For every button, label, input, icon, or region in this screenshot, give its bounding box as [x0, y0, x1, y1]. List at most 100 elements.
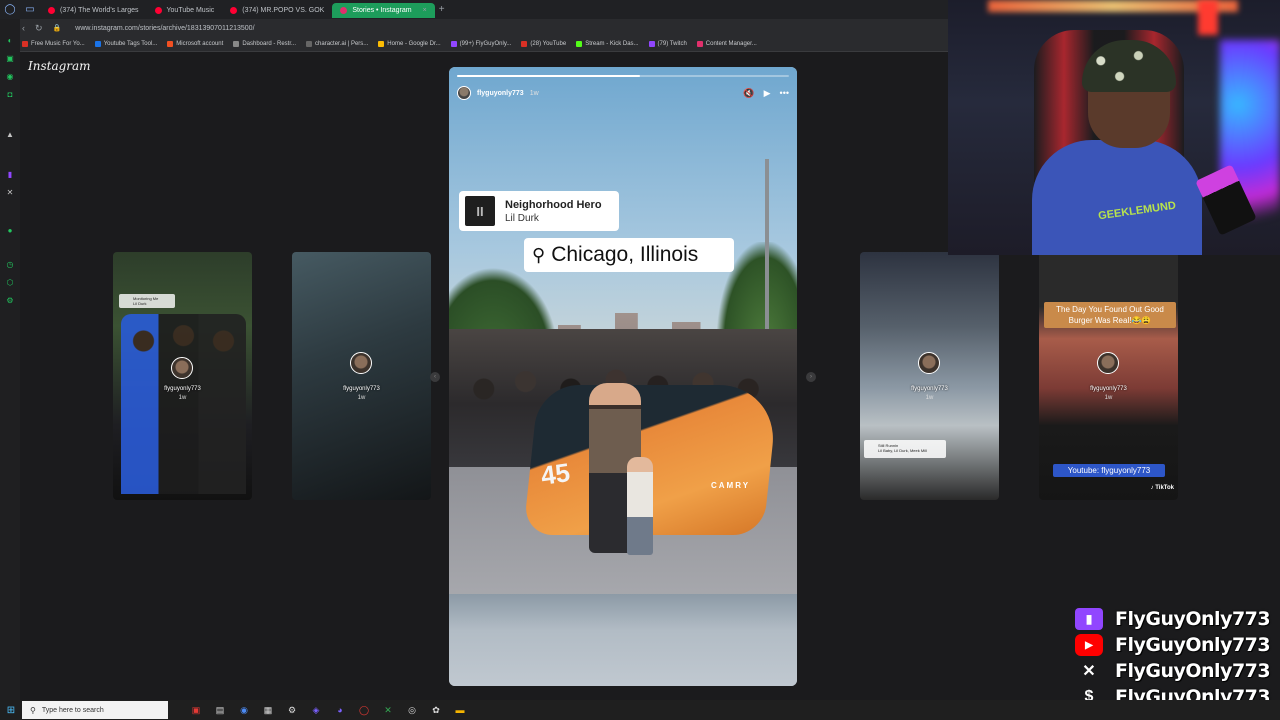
opera-logo-icon[interactable]: ◯ [0, 0, 20, 19]
browser-tab-strip: ◯ ▭ (374) The World's Larges YouTube Mus… [0, 0, 948, 19]
bookmark-item[interactable]: Youtube Tags Tool... [94, 41, 157, 47]
bookmark-item[interactable]: Microsoft account [167, 41, 223, 47]
discord-icon[interactable]: ◕ [328, 700, 352, 720]
car-number: 45 [538, 457, 572, 491]
mini-music-artist: Lil Durk [133, 301, 147, 306]
sidebar-box-icon[interactable]: ⬡ [5, 277, 15, 287]
tab-youtube-2[interactable]: (374) MR.POPO VS. GOK [222, 3, 332, 18]
bookmark-item[interactable]: (28) YouTube [521, 41, 566, 47]
youtube-music-favicon-icon [154, 7, 162, 14]
more-options-icon[interactable]: ••• [780, 88, 789, 98]
bookmark-item[interactable]: Dashboard - Restr... [233, 41, 296, 47]
steam-icon[interactable]: ✿ [424, 700, 448, 720]
folder-icon[interactable]: ▬ [448, 700, 472, 720]
bookmark-item[interactable]: Content Manager... [696, 41, 757, 47]
sidebar-aria-icon[interactable]: ▲ [5, 129, 15, 139]
search-placeholder: Type here to search [41, 706, 104, 714]
new-tab-button[interactable]: + [439, 4, 445, 15]
instagram-logo[interactable]: Instagram [28, 59, 91, 73]
story-username[interactable]: flyguyonly773 [477, 90, 524, 97]
location-sticker[interactable]: ⚲ Chicago, Illinois [524, 238, 734, 272]
webcam-shirt [1032, 140, 1202, 255]
bookmark-item[interactable]: character.ai | Pers... [306, 41, 368, 47]
lock-icon[interactable]: 🔒 [53, 24, 62, 32]
bookmark-item[interactable]: Free Music For Yo... [22, 41, 85, 47]
story-header: flyguyonly773 1w 🔇 ▶ ••• [457, 83, 789, 103]
location-pin-icon: ⚲ [532, 244, 546, 265]
obs-icon[interactable]: ◎ [400, 700, 424, 720]
bookmark-item[interactable]: (99+) FlyGuyOnly... [450, 41, 511, 47]
story-preview-card[interactable]: The Day You Found Out Good Burger Was Re… [1039, 252, 1178, 500]
story-preview-card[interactable]: Monitoring Me Lil Durk flyguyonly773 1w [113, 252, 252, 500]
music-info: Neighorhood Hero Lil Durk [505, 199, 602, 224]
sidebar-dot-icon[interactable]: ● [5, 225, 15, 235]
avatar [350, 352, 372, 374]
mini-music-artist: Lil Baby, Lil Durk, Meek Mill [878, 448, 927, 453]
url-field[interactable]: www.instagram.com/stories/archive/183139… [75, 25, 254, 32]
sidebar-whatsapp-icon[interactable]: ◉ [5, 71, 15, 81]
location-text: Chicago, Illinois [551, 243, 699, 266]
preview-time: 1w [357, 395, 366, 401]
youtube-handle-pill: Youtube: flyguyonly773 [1053, 464, 1165, 477]
taskbar-app-icon[interactable]: ◈ [304, 700, 328, 720]
twitch-favicon-icon [648, 41, 655, 47]
edge-icon[interactable]: ◉ [232, 700, 256, 720]
reload-icon[interactable]: ↻ [35, 23, 43, 34]
tab-menu-icon[interactable]: ▭ [20, 0, 40, 19]
bookmark-item[interactable]: (79) Twitch [648, 41, 687, 47]
next-story-button[interactable]: › [806, 372, 816, 382]
webcam-overlay: GEEKLEMUND [948, 0, 1280, 255]
settings-icon[interactable]: ⚙ [280, 700, 304, 720]
bookmark-label: Home - Google Dr... [387, 41, 441, 47]
sidebar-twitch-icon[interactable]: ▮ [5, 169, 15, 179]
bookmark-label: Stream - Kick Das... [585, 41, 639, 47]
story-preview-card[interactable]: flyguyonly773 1w [292, 252, 431, 500]
sidebar-speed-dial-icon[interactable]: ◐ [5, 35, 15, 45]
mute-icon[interactable]: 🔇 [743, 88, 754, 99]
play-icon[interactable]: ▶ [764, 88, 771, 99]
avatar[interactable] [457, 86, 471, 100]
social-name: FlyGuyOnly773 [1115, 634, 1271, 656]
avatar [1097, 352, 1119, 374]
sidebar-clock-icon[interactable]: ◷ [5, 259, 15, 269]
preview-username: flyguyonly773 [1090, 386, 1127, 392]
sidebar-messenger-icon[interactable]: ◘ [5, 89, 15, 99]
social-handles-overlay: ▮ FlyGuyOnly773 ▶ FlyGuyOnly773 ✕ FlyGuy… [1075, 606, 1280, 710]
music-sticker[interactable]: II Neighorhood Hero Lil Durk [459, 191, 619, 231]
file-explorer-icon[interactable]: ▦ [256, 700, 280, 720]
sidebar-settings-icon[interactable]: ⚙ [5, 295, 15, 305]
story-progress-fill [457, 75, 640, 77]
instagram-favicon-icon [340, 7, 348, 14]
previous-story-button[interactable]: ‹ [430, 372, 440, 382]
windows-start-icon[interactable]: ⊞ [0, 700, 22, 720]
music-title: Neighorhood Hero [505, 198, 602, 211]
story-viewer[interactable]: 45 CAMRY flyguyonly773 1w 🔇 ▶ ••• II Nei… [449, 67, 797, 686]
tiktok-watermark: ♪ TikTok [1150, 485, 1174, 491]
back-arrow-icon[interactable]: ‹ [22, 23, 25, 33]
sidebar-x-icon[interactable]: ✕ [5, 187, 15, 197]
preview-time: 1w [178, 395, 187, 401]
bookmark-item[interactable]: Stream - Kick Das... [576, 41, 639, 47]
sidebar-bag-icon[interactable]: ▣ [5, 53, 15, 63]
x-icon: ✕ [1082, 663, 1096, 680]
social-row-x: ✕ FlyGuyOnly773 [1075, 658, 1280, 684]
taskbar-app-icon[interactable]: ▣ [184, 700, 208, 720]
opera-icon[interactable]: ◯ [352, 700, 376, 720]
social-row-twitch: ▮ FlyGuyOnly773 [1075, 606, 1280, 632]
windows-taskbar: ⊞ ⚲ Type here to search ▣ ▤ ◉ ▦ ⚙ ◈ ◕ ◯ … [0, 700, 1280, 720]
taskbar-app-icon[interactable]: ▤ [208, 700, 232, 720]
avatar [918, 352, 940, 374]
kick-favicon-icon [576, 41, 583, 47]
bookmark-favicon-icon [94, 41, 101, 47]
search-icon: ⚲ [30, 705, 36, 715]
preview-username: flyguyonly773 [164, 386, 201, 392]
story-preview-card[interactable]: flyguyonly773 1w Still Runnin Lil Baby, … [860, 252, 999, 500]
tab-youtube-1[interactable]: (374) The World's Larges [40, 3, 147, 18]
tab-youtube-music[interactable]: YouTube Music [147, 3, 223, 18]
address-bar: ‹ ↻ 🔒 www.instagram.com/stories/archive/… [0, 19, 948, 37]
taskbar-search-input[interactable]: ⚲ Type here to search [22, 701, 168, 719]
bookmark-item[interactable]: Home - Google Dr... [378, 41, 441, 47]
tab-instagram-stories[interactable]: Stories • Instagram × [332, 3, 435, 18]
close-tab-icon[interactable]: × [423, 7, 427, 14]
xbox-icon[interactable]: ✕ [376, 700, 400, 720]
